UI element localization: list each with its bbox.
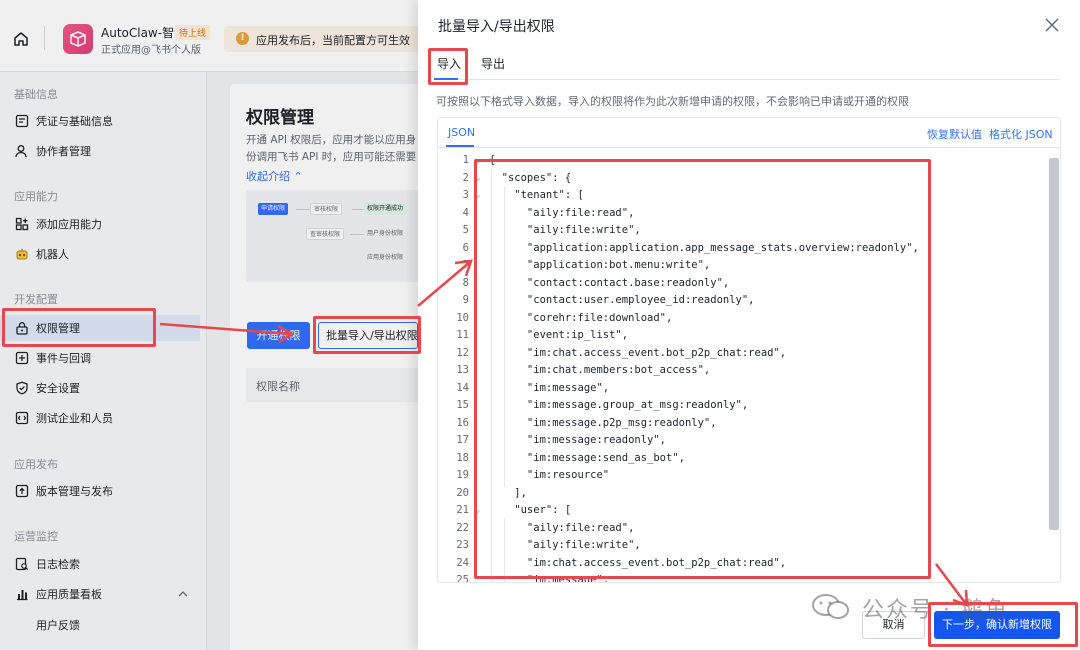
line-number: 8 (462, 276, 469, 289)
code-text: "im:message", (489, 574, 610, 582)
code-text: "application:bot.menu:write", (489, 259, 711, 271)
watermark: 公众号 · 鹅鱼 (812, 588, 1008, 628)
line-number: 15 (456, 399, 469, 411)
line-number: 25 (456, 574, 469, 582)
code-text: "scopes": { (489, 171, 572, 184)
code-text: "im:message", (489, 381, 610, 394)
code-line: 20 ], (438, 485, 1038, 503)
json-editor: JSON 恢复默认值 格式化 JSON 1 ⌄{2 ⌄ "scopes": {3 ⌄ … (437, 117, 1061, 583)
code-line: 16 "im:message.p2p_msg:readonly", (438, 415, 1038, 433)
code-line: 15 "im:message.group_at_msg:readonly", (438, 397, 1038, 415)
line-number: 3 (462, 189, 469, 201)
editor-tab-indicator (446, 145, 474, 147)
line-number: 16 (456, 416, 469, 429)
drawer-title: 批量导入/导出权限 (438, 19, 555, 35)
code-line: 14 "im:message", (438, 380, 1038, 398)
code-line: 10 "corehr:file:download", (438, 310, 1038, 328)
line-number: 18 (456, 451, 469, 464)
line-number: 4 (462, 206, 469, 219)
code-text: "im:resource" (489, 469, 610, 481)
code-line: 9 "contact:user.employee_id:readonly", (438, 292, 1038, 310)
modal-overlay[interactable] (0, 0, 418, 650)
line-number: 19 (456, 469, 469, 481)
fold-chevron-icon[interactable]: ⌄ (475, 170, 487, 188)
restore-default-link[interactable]: 恢复默认值 (927, 126, 982, 142)
code-text: "aily:file:write", (489, 224, 641, 236)
code-text: "aily:file:write", (489, 539, 641, 551)
line-number: 13 (456, 364, 469, 376)
line-number: 12 (456, 346, 469, 359)
line-number: 14 (456, 381, 469, 394)
code-line: 5 "aily:file:write", (438, 222, 1038, 240)
line-number: 1 (462, 154, 469, 166)
code-line: 2 ⌄ "scopes": { (438, 170, 1038, 188)
line-number: 21 (456, 504, 469, 516)
code-line: 11 "event:ip_list", (438, 327, 1038, 345)
code-line: 23 "aily:file:write", (438, 537, 1038, 555)
code-text: "im:chat.access_event.bot_p2p_chat:read"… (489, 346, 787, 359)
code-text: "im:message:send_as_bot", (489, 451, 685, 464)
code-line: 21 ⌄ "user": [ (438, 502, 1038, 520)
code-text: "im:message.p2p_msg:readonly", (489, 416, 717, 429)
line-number: 24 (456, 556, 469, 569)
code-text: "tenant": [ (489, 189, 584, 201)
code-text: "im:message:readonly", (489, 434, 667, 446)
line-number: 9 (462, 294, 469, 306)
code-text: { (489, 154, 496, 166)
active-tab-indicator (434, 78, 458, 80)
tab-import[interactable]: 导入 (437, 55, 461, 72)
editor-scrollbar[interactable] (1049, 158, 1059, 530)
code-text: "contact:contact.base:readonly", (489, 276, 730, 289)
code-line: 1 ⌄{ (438, 152, 1038, 170)
editor-toolbar: JSON 恢复默认值 格式化 JSON (438, 118, 1060, 148)
code-area[interactable]: 1 ⌄{2 ⌄ "scopes": {3 ⌄ "tenant": [4 "aily:f… (438, 149, 1060, 582)
code-line: 6 "application:application.app_message_s… (438, 240, 1038, 258)
line-number: 7 (462, 259, 469, 271)
code-text: "corehr:file:download", (489, 311, 673, 324)
code-line: 24 "im:chat.access_event.bot_p2p_chat:re… (438, 555, 1038, 573)
code-text: "aily:file:read", (489, 206, 635, 219)
code-line: 4 "aily:file:read", (438, 205, 1038, 223)
code-text: "user": [ (489, 504, 572, 516)
code-text: "aily:file:read", (489, 521, 635, 534)
code-text: "im:chat.access_event.bot_p2p_chat:read"… (489, 556, 787, 569)
code-line: 22 "aily:file:read", (438, 520, 1038, 538)
line-number: 10 (456, 311, 469, 324)
tab-export[interactable]: 导出 (481, 55, 505, 72)
code-line: 7 "application:bot.menu:write", (438, 257, 1038, 275)
import-hint: 可按照以下格式导入数据，导入的权限将作为此次新增申请的权限，不会影响已申请或开通… (436, 95, 909, 108)
fold-chevron-icon[interactable]: ⌄ (475, 152, 487, 170)
drawer-tabs: 导入 导出 (434, 50, 1060, 80)
code-line: 25 "im:message", (438, 572, 1038, 582)
code-line: 18 "im:message:send_as_bot", (438, 450, 1038, 468)
format-json-link[interactable]: 格式化 JSON (989, 126, 1053, 142)
line-number: 6 (462, 241, 469, 254)
watermark-text: 公众号 · 鹅鱼 (862, 598, 1009, 623)
line-number: 5 (462, 224, 469, 236)
code-line: 17 "im:message:readonly", (438, 432, 1038, 450)
code-line: 19 "im:resource" (438, 467, 1038, 485)
fold-chevron-icon[interactable]: ⌄ (475, 187, 487, 205)
wechat-icon (812, 594, 849, 619)
code-text: "application:application.app_message_sta… (489, 241, 919, 254)
code-line: 8 "contact:contact.base:readonly", (438, 275, 1038, 293)
editor-tab-json[interactable]: JSON (448, 126, 475, 139)
code-text: "contact:user.employee_id:readonly", (489, 294, 755, 306)
batch-permission-drawer: 批量导入/导出权限 导入 导出 可按照以下格式导入数据，导入的权限将作为此次新增… (418, 0, 1080, 650)
line-number: 22 (456, 521, 469, 534)
line-number: 2 (462, 171, 469, 184)
code-line: 13 "im:chat.members:bot_access", (438, 362, 1038, 380)
line-number: 20 (456, 486, 469, 499)
code-text: ], (489, 486, 527, 499)
code-text: "im:message.group_at_msg:readonly", (489, 399, 749, 411)
fold-chevron-icon[interactable]: ⌄ (475, 502, 487, 520)
line-number: 11 (456, 329, 469, 341)
code-line: 12 "im:chat.access_event.bot_p2p_chat:re… (438, 345, 1038, 363)
line-number: 17 (456, 434, 469, 446)
close-icon[interactable] (1044, 17, 1060, 33)
code-text: "im:chat.members:bot_access", (489, 364, 711, 376)
code-line: 3 ⌄ "tenant": [ (438, 187, 1038, 205)
code-text: "event:ip_list", (489, 329, 629, 341)
line-number: 23 (456, 539, 469, 551)
